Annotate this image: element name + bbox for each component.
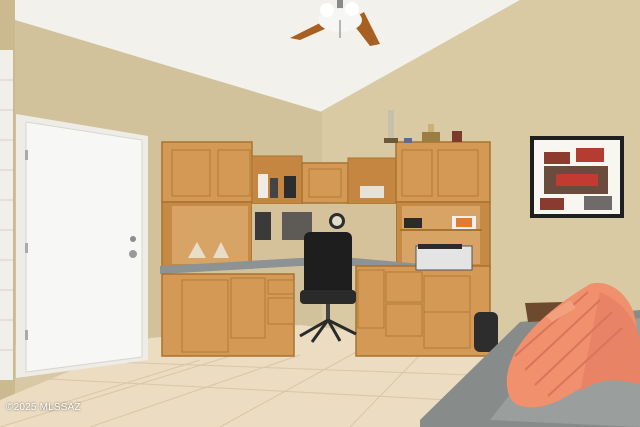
hutch-back-panel (172, 206, 248, 264)
shelf-decor (360, 186, 384, 198)
wall-frame-small (255, 212, 271, 240)
backpack (474, 312, 498, 352)
upper-cabinet-left (161, 141, 253, 203)
shelf-photo (284, 176, 296, 198)
shelf-device (404, 218, 422, 228)
door-hinge-bottom (25, 330, 28, 340)
shelf-book (258, 174, 268, 198)
shelf-book (270, 178, 278, 198)
shelf-box-label (456, 218, 472, 227)
door-hinge-middle (25, 243, 28, 253)
watermark-text: ©2025 MLSSAZ (6, 402, 81, 413)
home-office-photo: ©2025 MLSSAZ (0, 0, 640, 427)
door-knob[interactable] (129, 250, 137, 258)
printer (415, 245, 473, 271)
room-illustration (0, 0, 640, 427)
door-deadbolt[interactable] (130, 236, 136, 242)
framed-car-poster (530, 136, 624, 218)
window-blinds (0, 50, 13, 380)
upper-cabinet-right (395, 141, 491, 203)
door-hinge-top (25, 150, 28, 160)
door[interactable] (25, 121, 143, 373)
